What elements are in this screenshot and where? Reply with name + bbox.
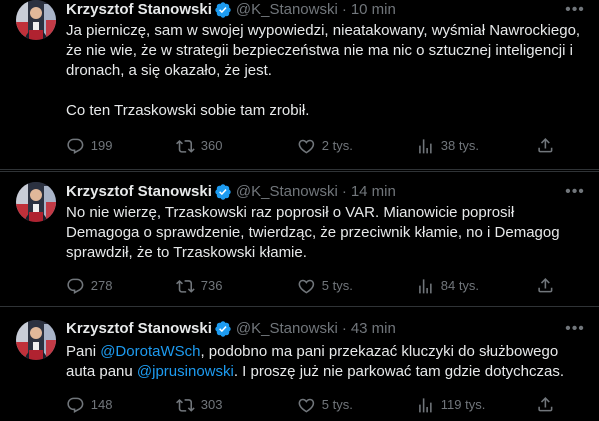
heart-icon — [297, 137, 316, 156]
views-count: 38 tys. — [440, 138, 480, 153]
tweet-paragraph: Co ten Trzaskowski sobie tam zrobił. — [66, 102, 310, 119]
repost-icon — [176, 137, 195, 156]
text-segment: . I proszę już nie parkować tam gdzie do… — [233, 363, 564, 380]
author-name[interactable]: Krzysztof Stanowski — [66, 319, 212, 339]
tweet-actions: 199 360 2 tys. 38 tys. — [60, 136, 590, 156]
mention-link[interactable]: @jprusinowski — [137, 363, 234, 380]
reply-button[interactable]: 148 — [66, 395, 112, 415]
avatar[interactable] — [16, 320, 56, 360]
like-button[interactable]: 5 tys. — [297, 276, 353, 296]
reply-count: 148 — [90, 397, 113, 412]
share-icon — [536, 136, 555, 155]
verified-badge-icon — [214, 1, 232, 19]
share-icon — [536, 395, 555, 414]
author-name[interactable]: Krzysztof Stanowski — [66, 0, 212, 20]
tweet-header: Krzysztof Stanowski @K_Stanowski · 10 mi… — [66, 0, 396, 20]
tweet-text: Pani @DorotaWSch, podobno ma pani przeka… — [66, 342, 586, 382]
tweet[interactable]: Krzysztof Stanowski @K_Stanowski · 14 mi… — [0, 171, 599, 307]
author-name[interactable]: Krzysztof Stanowski — [66, 182, 212, 202]
repost-button[interactable]: 303 — [176, 395, 222, 415]
timestamp[interactable]: 10 min — [351, 0, 396, 20]
heart-icon — [297, 396, 316, 415]
mention-link[interactable]: @DorotaWSch — [100, 343, 200, 360]
views-button[interactable]: 119 tys. — [416, 395, 485, 415]
separator-dot: · — [341, 320, 347, 337]
like-button[interactable]: 2 tys. — [297, 136, 353, 156]
tweet-header: Krzysztof Stanowski @K_Stanowski · 14 mi… — [66, 182, 396, 202]
avatar[interactable] — [16, 182, 56, 222]
heart-icon — [297, 277, 316, 296]
reply-icon — [66, 137, 85, 156]
views-icon — [416, 396, 435, 415]
share-button[interactable] — [536, 136, 555, 155]
share-icon — [536, 276, 555, 295]
tweet-header: Krzysztof Stanowski @K_Stanowski · 43 mi… — [66, 319, 396, 339]
tweet-actions: 148 303 5 tys. 119 tys. — [60, 395, 590, 415]
reply-button[interactable]: 199 — [66, 136, 112, 156]
reply-count: 278 — [90, 278, 113, 293]
repost-icon — [176, 277, 195, 296]
tweet-actions: 278 736 5 tys. 84 tys. — [60, 276, 590, 296]
more-icon[interactable]: ••• — [565, 0, 585, 20]
reply-count: 199 — [90, 138, 113, 153]
like-button[interactable]: 5 tys. — [297, 395, 353, 415]
tweet[interactable]: Krzysztof Stanowski @K_Stanowski · 10 mi… — [0, 0, 599, 170]
verified-badge-icon — [214, 183, 232, 201]
tweet-text: Ja pierniczę, sam w swojej wypowiedzi, n… — [66, 21, 586, 121]
tweet-text: No nie wierzę, Trzaskowski raz poprosił … — [66, 203, 586, 263]
repost-count: 736 — [200, 278, 223, 293]
views-icon — [416, 137, 435, 156]
tweet-paragraph: No nie wierzę, Trzaskowski raz poprosił … — [66, 204, 564, 261]
tweet[interactable]: Krzysztof Stanowski @K_Stanowski · 43 mi… — [0, 307, 599, 421]
share-button[interactable] — [536, 276, 555, 295]
like-count: 5 tys. — [321, 278, 353, 293]
like-count: 5 tys. — [321, 397, 353, 412]
text-segment: Pani — [66, 343, 101, 360]
views-icon — [416, 277, 435, 296]
views-count: 119 tys. — [440, 397, 486, 412]
reply-button[interactable]: 278 — [66, 276, 112, 296]
repost-button[interactable]: 360 — [176, 136, 222, 156]
repost-count: 303 — [200, 397, 223, 412]
separator-dot: · — [341, 183, 347, 200]
tweet-paragraph: Pani @DorotaWSch, podobno ma pani przeka… — [66, 342, 586, 382]
timestamp[interactable]: 43 min — [351, 319, 396, 339]
share-button[interactable] — [536, 395, 555, 414]
more-icon[interactable]: ••• — [565, 319, 585, 339]
author-handle[interactable]: @K_Stanowski — [236, 319, 338, 339]
repost-icon — [176, 396, 195, 415]
verified-badge-icon — [214, 320, 232, 338]
timestamp[interactable]: 14 min — [351, 182, 396, 202]
like-count: 2 tys. — [321, 138, 353, 153]
reply-icon — [66, 396, 85, 415]
views-button[interactable]: 38 tys. — [416, 136, 479, 156]
avatar[interactable] — [16, 0, 56, 40]
repost-button[interactable]: 736 — [176, 276, 222, 296]
reply-icon — [66, 277, 85, 296]
views-count: 84 tys. — [440, 278, 480, 293]
author-handle[interactable]: @K_Stanowski — [236, 0, 338, 20]
repost-count: 360 — [200, 138, 223, 153]
tweet-paragraph: Ja pierniczę, sam w swojej wypowiedzi, n… — [66, 22, 585, 79]
views-button[interactable]: 84 tys. — [416, 276, 479, 296]
more-icon[interactable]: ••• — [565, 182, 585, 202]
separator-dot: · — [341, 1, 347, 18]
author-handle[interactable]: @K_Stanowski — [236, 182, 338, 202]
